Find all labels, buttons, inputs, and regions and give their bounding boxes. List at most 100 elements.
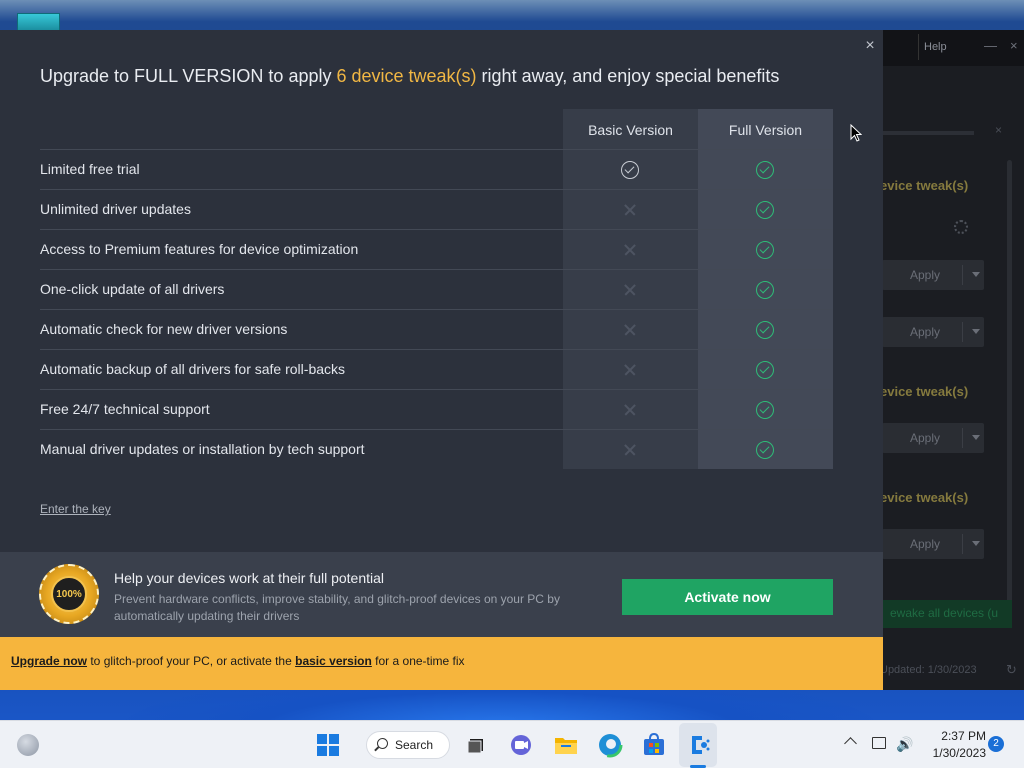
feature-row: Automatic backup of all drivers for safe…	[40, 349, 833, 389]
feature-label: Free 24/7 technical support	[40, 401, 210, 417]
feature-label: Access to Premium features for device op…	[40, 241, 359, 257]
feature-row: Free 24/7 technical support	[40, 389, 833, 429]
tweak-heading: evice tweak(s)	[880, 384, 969, 399]
edge-browser-icon[interactable]	[596, 731, 624, 759]
promo-panel: 100% Help your devices work at their ful…	[0, 552, 883, 638]
apply-button[interactable]: Apply	[882, 529, 984, 559]
apply-label: Apply	[910, 431, 941, 445]
help-menu[interactable]: Help	[924, 41, 947, 53]
promo-title: Help your devices work at their full pot…	[114, 570, 385, 586]
banner-text: Upgrade now to glitch-proof your PC, or …	[11, 654, 465, 668]
chevron-down-icon[interactable]	[972, 435, 980, 440]
upgrade-now-link[interactable]: Upgrade now	[11, 654, 87, 668]
full-check-icon	[756, 441, 774, 459]
window-close-icon[interactable]: ×	[1010, 38, 1018, 53]
apply-label: Apply	[910, 325, 941, 339]
enter-key-link[interactable]: Enter the key	[40, 502, 111, 516]
seal-text: 100%	[56, 589, 82, 600]
feature-label: Unlimited driver updates	[40, 201, 191, 217]
updated-status: Updated: 1/30/2023	[880, 664, 977, 676]
basic-version-header: Basic Version	[588, 122, 673, 138]
full-check-icon	[756, 281, 774, 299]
apply-button[interactable]: Apply	[882, 317, 984, 347]
apply-label: Apply	[910, 537, 941, 551]
close-icon[interactable]: ×	[995, 123, 1002, 137]
basic-cross-icon	[621, 241, 639, 259]
promo-subtitle: Prevent hardware conflicts, improve stab…	[114, 592, 560, 623]
full-check-icon	[756, 321, 774, 339]
chevron-down-icon[interactable]	[972, 541, 980, 546]
task-view-icon[interactable]	[462, 731, 490, 759]
full-check-icon	[756, 361, 774, 379]
file-explorer-icon[interactable]	[552, 731, 580, 759]
chevron-down-icon[interactable]	[972, 329, 980, 334]
search-icon	[377, 738, 388, 749]
feature-label: Automatic backup of all drivers for safe…	[40, 361, 346, 377]
mouse-cursor-icon	[850, 124, 862, 142]
feature-label: One-click update of all drivers	[40, 281, 225, 297]
feature-row: Limited free trial	[40, 149, 833, 189]
scrollbar[interactable]	[1007, 160, 1012, 620]
loading-spinner-icon	[954, 220, 968, 234]
basic-cross-icon	[621, 281, 639, 299]
minimize-icon[interactable]: —	[984, 38, 997, 53]
tweak-count-highlight: 6 device tweak(s)	[336, 66, 477, 86]
titlebar-divider	[918, 34, 919, 60]
title-suffix: right away, and enjoy special benefits	[476, 66, 780, 86]
microsoft-store-icon[interactable]	[640, 731, 668, 759]
basic-cross-icon	[621, 321, 639, 339]
feature-row: Automatic check for new driver versions	[40, 309, 833, 349]
close-icon[interactable]: ×	[860, 36, 880, 56]
refresh-icon[interactable]: ↻	[1006, 662, 1017, 678]
feature-label: Automatic check for new driver versions	[40, 321, 288, 337]
basic-cross-icon	[621, 361, 639, 379]
taskbar: Search 🔊 2:37 PM 1/30/2023 2	[0, 720, 1024, 768]
full-check-icon	[756, 201, 774, 219]
apply-button[interactable]: Apply	[882, 260, 984, 290]
seal-center: 100%	[51, 576, 87, 612]
wake-devices-label: ewake all devices (u	[890, 606, 999, 620]
dialog-title: Upgrade to FULL VERSION to apply 6 devic…	[40, 66, 779, 87]
full-check-icon	[756, 401, 774, 419]
title-prefix: Upgrade to FULL VERSION to apply	[40, 66, 337, 86]
basic-check-icon	[621, 161, 639, 179]
banner-end-text: for a one-time fix	[371, 654, 465, 668]
feature-label: Manual driver updates or installation by…	[40, 441, 365, 457]
chevron-down-icon[interactable]	[972, 272, 980, 277]
feature-row: Manual driver updates or installation by…	[40, 429, 833, 469]
feature-row: Unlimited driver updates	[40, 189, 833, 229]
basic-version-link[interactable]: basic version	[295, 654, 372, 668]
basic-cross-icon	[621, 401, 639, 419]
apply-button[interactable]: Apply	[882, 423, 984, 453]
volume-icon[interactable]: 🔊	[896, 736, 913, 753]
feature-row: One-click update of all drivers	[40, 269, 833, 309]
desktop-window-icon[interactable]	[17, 13, 60, 31]
taskbar-search-box[interactable]: Search	[366, 731, 450, 759]
wake-devices-button[interactable]: ewake all devices (u	[882, 600, 1012, 628]
full-check-icon	[756, 161, 774, 179]
full-check-icon	[756, 241, 774, 259]
chevron-up-icon[interactable]	[844, 737, 857, 750]
banner-middle-text: to glitch-proof your PC, or activate the	[87, 654, 296, 668]
satisfaction-guarantee-seal: 100%	[39, 564, 99, 624]
weather-widget-icon[interactable]	[17, 734, 39, 756]
upgrade-banner: Upgrade now to glitch-proof your PC, or …	[0, 637, 883, 690]
feature-label: Limited free trial	[40, 161, 140, 177]
clock-time[interactable]: 2:37 PM	[920, 729, 986, 743]
apply-label: Apply	[910, 268, 941, 282]
clock-date[interactable]: 1/30/2023	[920, 746, 986, 760]
driver-updater-app-icon[interactable]	[684, 731, 712, 759]
network-icon[interactable]	[872, 737, 886, 749]
background-app-window: Help — × × evice tweak(s) Apply Apply ev…	[872, 30, 1024, 690]
notification-badge[interactable]: 2	[988, 736, 1004, 752]
tweak-heading: evice tweak(s)	[880, 490, 969, 505]
basic-cross-icon	[621, 441, 639, 459]
upgrade-dialog: × Upgrade to FULL VERSION to apply 6 dev…	[0, 30, 883, 690]
activate-now-button[interactable]: Activate now	[622, 579, 833, 615]
feature-row: Access to Premium features for device op…	[40, 229, 833, 269]
background-titlebar: Help — ×	[872, 30, 1024, 66]
windows-start-icon[interactable]	[314, 731, 342, 759]
full-version-header: Full Version	[728, 122, 803, 138]
teams-chat-icon[interactable]	[507, 731, 535, 759]
progress-bar	[882, 131, 974, 135]
